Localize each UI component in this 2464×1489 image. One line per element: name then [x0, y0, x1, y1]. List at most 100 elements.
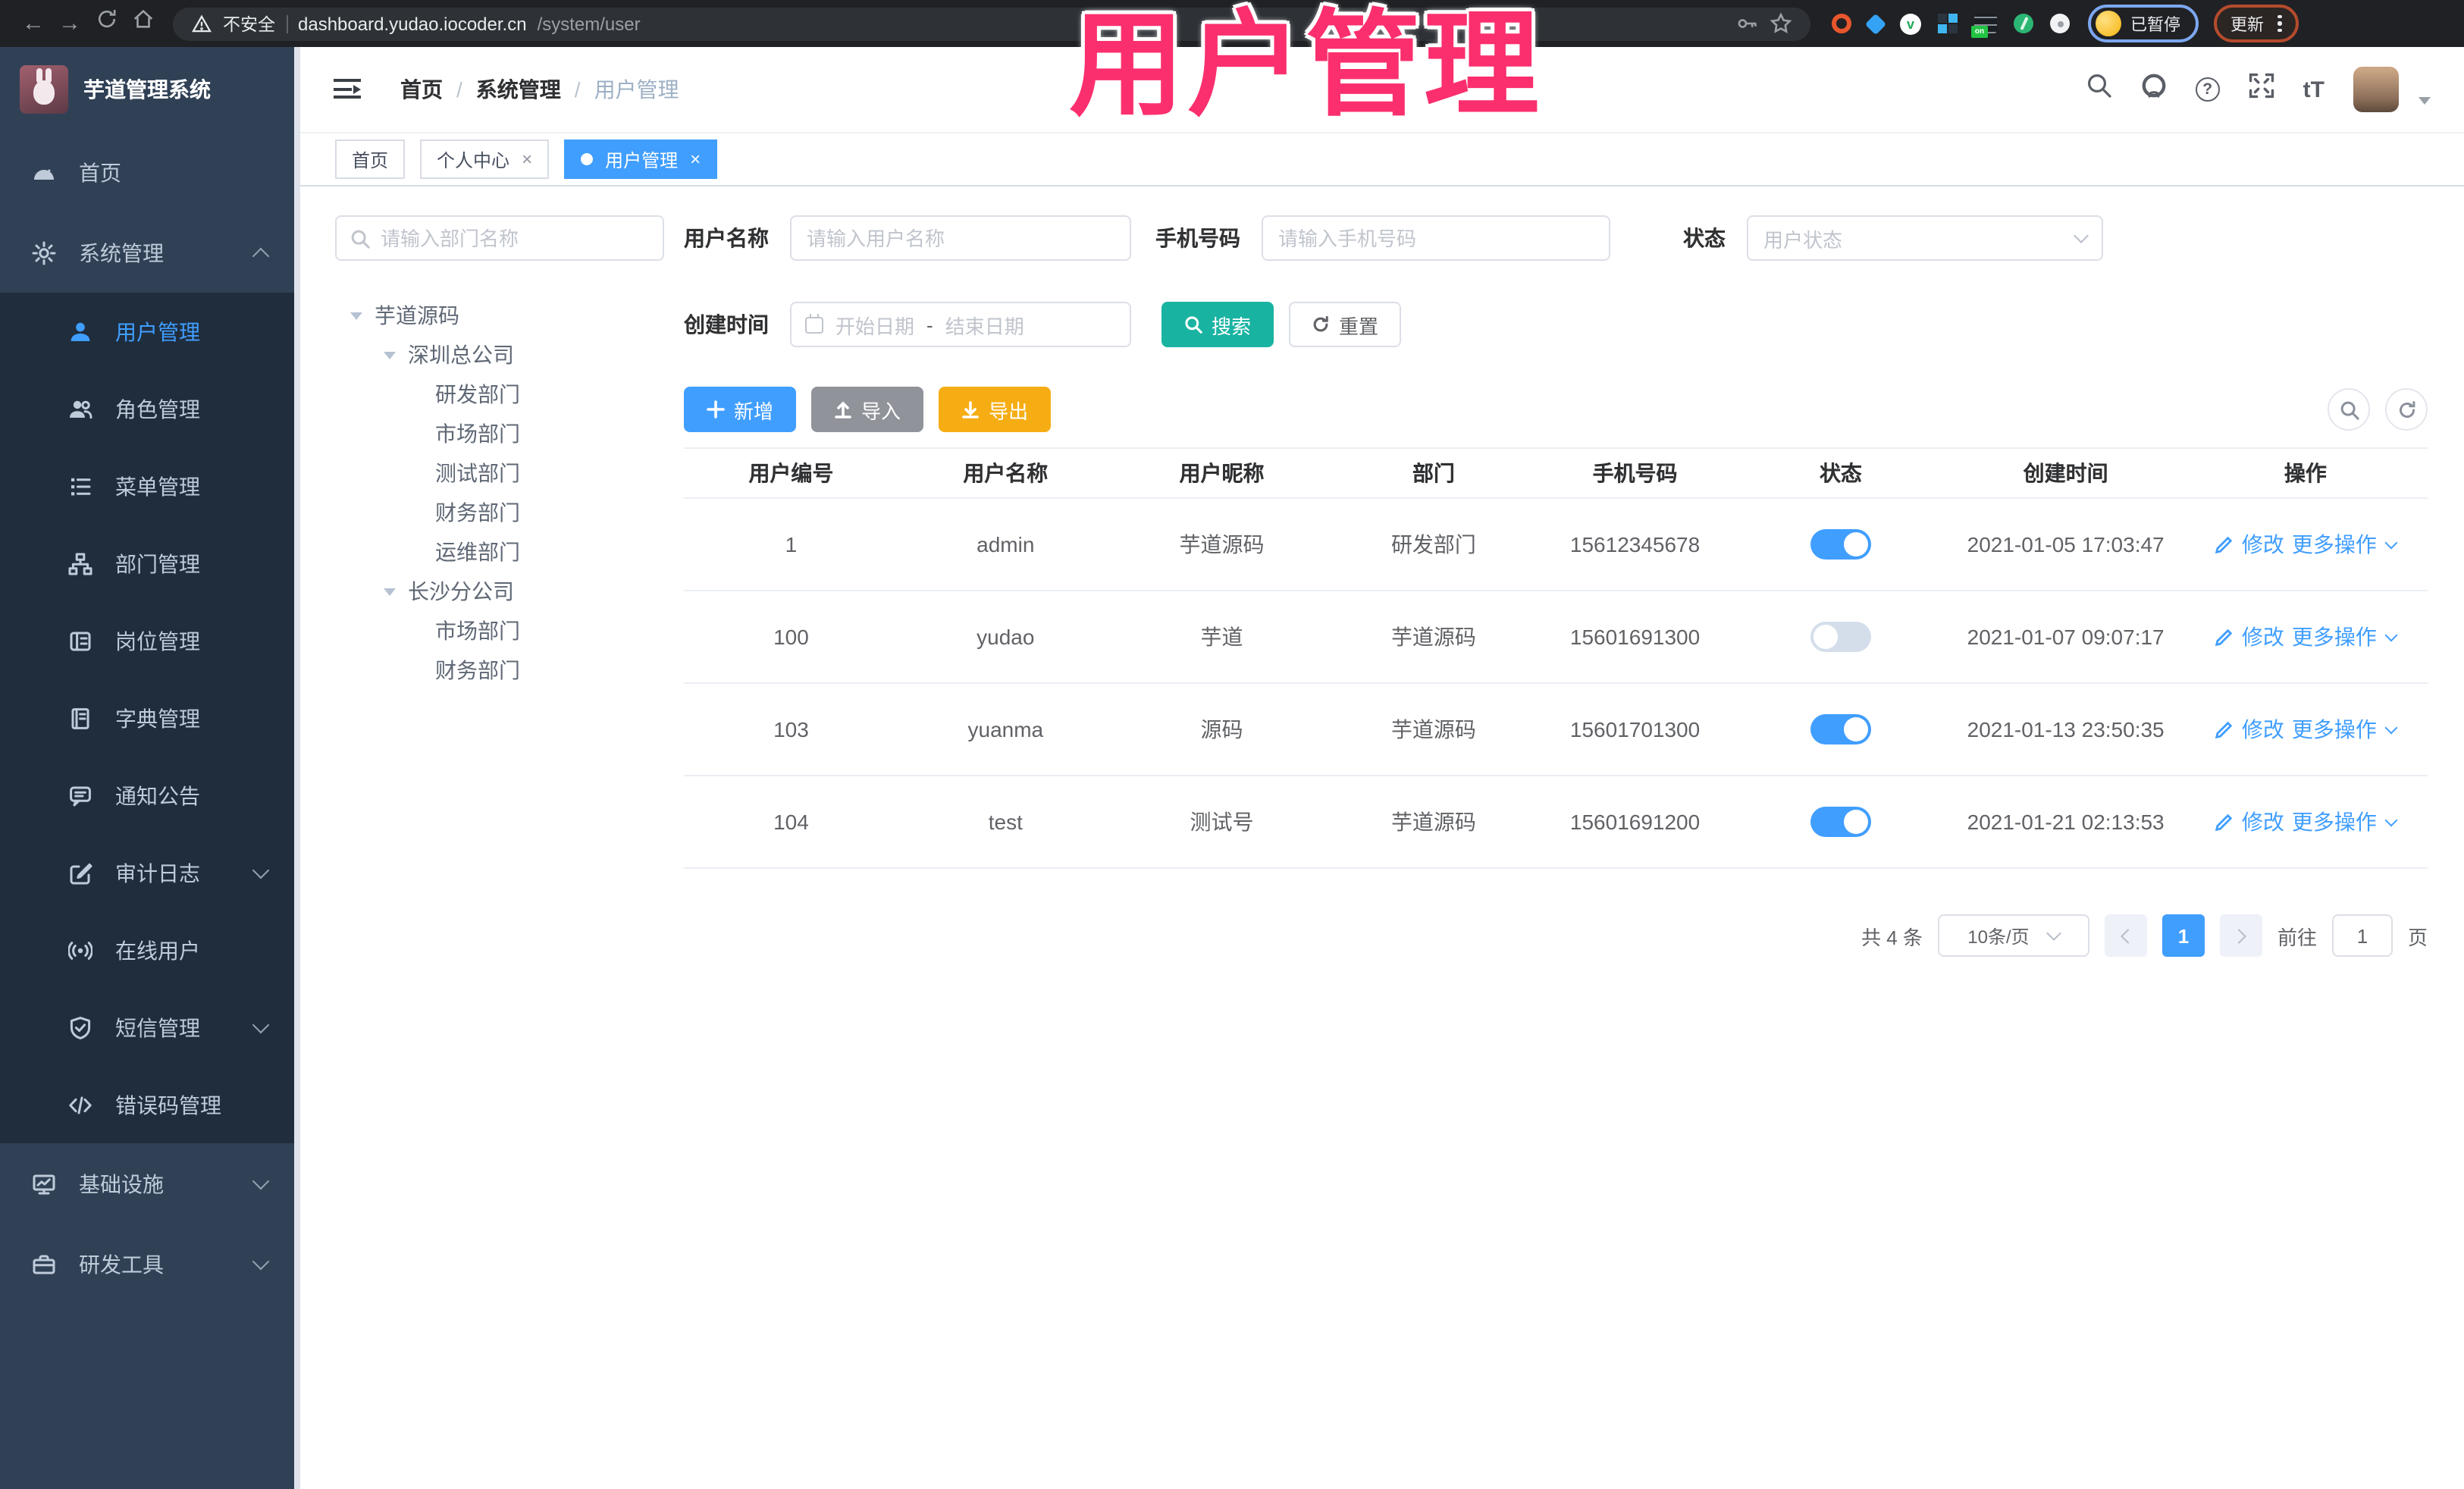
tree-node[interactable]: 市场部门: [335, 611, 664, 650]
reset-button[interactable]: 重置: [1289, 302, 1402, 347]
date-range-picker[interactable]: 开始日期 - 结束日期: [790, 302, 1131, 347]
font-size-icon[interactable]: tT: [2303, 77, 2324, 102]
tree-node[interactable]: 测试部门: [335, 453, 664, 493]
tree-node[interactable]: 财务部门: [335, 493, 664, 532]
sidebar-item-notice[interactable]: 通知公告: [0, 757, 300, 834]
extension-squares-icon[interactable]: [1938, 14, 1958, 33]
sidebar-item-dept-management[interactable]: 部门管理: [0, 525, 300, 602]
chevron-down-icon[interactable]: [2385, 721, 2399, 735]
username-input[interactable]: [790, 215, 1131, 261]
url-host[interactable]: dashboard.yudao.iocoder.cn: [298, 13, 527, 34]
github-icon[interactable]: [2141, 73, 2167, 106]
table-row[interactable]: 104 test 测试号 芋道源码 15601691200 2021-01-21…: [684, 776, 2428, 869]
page-size-select[interactable]: 10条/页: [1937, 914, 2089, 957]
sidebar-item-post-management[interactable]: 岗位管理: [0, 602, 300, 679]
more-actions[interactable]: 更多操作: [2292, 622, 2377, 652]
extension-green-v-icon[interactable]: v: [1900, 13, 1921, 34]
address-bar[interactable]: 不安全 dashboard.yudao.iocoder.cn/system/us…: [173, 7, 1810, 40]
tab-home[interactable]: 首页: [335, 139, 406, 179]
extension-orange-ring-icon[interactable]: [1832, 14, 1851, 33]
tree-node[interactable]: 市场部门: [335, 414, 664, 453]
browser-reload-icon[interactable]: [88, 0, 124, 47]
tree-node[interactable]: 芋道源码: [335, 296, 664, 335]
chevron-down-icon[interactable]: [2385, 536, 2399, 550]
browser-home-icon[interactable]: [124, 0, 161, 47]
table-row[interactable]: 100 yudao 芋道 芋道源码 15601691300 2021-01-07…: [684, 591, 2428, 684]
sidebar-item-sms-management[interactable]: 短信管理: [0, 989, 300, 1066]
sidebar-item-home[interactable]: 首页: [0, 132, 300, 212]
goto-page-input[interactable]: [2331, 914, 2393, 957]
sidebar-item-infrastructure[interactable]: 基础设施: [0, 1143, 300, 1224]
search-button[interactable]: 搜索: [1161, 302, 1274, 347]
status-toggle-off[interactable]: [1810, 622, 1871, 652]
tree-node[interactable]: 研发部门: [335, 375, 664, 414]
tree-node[interactable]: 运维部门: [335, 532, 664, 572]
breadcrumb-home[interactable]: 首页: [400, 74, 443, 105]
edit-action[interactable]: 修改: [2242, 622, 2284, 652]
tree-caret-icon[interactable]: [350, 312, 362, 319]
table-row[interactable]: 103 yuanma 源码 芋道源码 15601701300 2021-01-1…: [684, 684, 2428, 776]
add-button[interactable]: 新增: [684, 387, 797, 432]
status-select[interactable]: 用户状态: [1747, 215, 2103, 261]
export-button[interactable]: 导出: [939, 387, 1052, 432]
table-row[interactable]: 1 admin 芋道源码 研发部门 15612345678 2021-01-05…: [684, 499, 2428, 591]
close-icon[interactable]: ×: [690, 150, 701, 168]
status-toggle-on[interactable]: [1810, 529, 1871, 560]
more-actions[interactable]: 更多操作: [2292, 714, 2377, 744]
edit-action[interactable]: 修改: [2242, 714, 2284, 744]
sidebar-item-audit-log[interactable]: 审计日志: [0, 834, 300, 911]
help-icon[interactable]: ?: [2195, 77, 2220, 102]
browser-profile-chip[interactable]: 已暂停: [2088, 5, 2199, 42]
sidebar-scrollbar[interactable]: [294, 47, 300, 1489]
table-refresh-button[interactable]: [2385, 388, 2428, 431]
tab-profile[interactable]: 个人中心 ×: [420, 139, 550, 179]
password-key-icon[interactable]: [1736, 12, 1759, 35]
sidebar-item-error-codes[interactable]: 错误码管理: [0, 1066, 300, 1143]
extension-green-person-icon[interactable]: [2014, 14, 2033, 33]
sidebar-item-dev-tools[interactable]: 研发工具: [0, 1224, 300, 1304]
bookmark-star-icon[interactable]: [1770, 12, 1792, 35]
start-date-placeholder[interactable]: 开始日期: [835, 310, 914, 339]
sidebar-collapse-icon[interactable]: [334, 79, 361, 100]
end-date-placeholder[interactable]: 结束日期: [945, 310, 1024, 339]
edit-action[interactable]: 修改: [2242, 807, 2284, 837]
sidebar-item-role-management[interactable]: 角色管理: [0, 370, 300, 447]
sidebar-item-user-management[interactable]: 用户管理: [0, 293, 300, 370]
extension-pinwheel-icon[interactable]: [2050, 14, 2070, 33]
mobile-input[interactable]: [1262, 215, 1610, 261]
avatar-caret-down-icon[interactable]: [2419, 96, 2431, 104]
sidebar-item-system[interactable]: 系统管理: [0, 212, 300, 293]
prev-page-button[interactable]: [2104, 914, 2147, 957]
breadcrumb-system[interactable]: 系统管理: [476, 74, 561, 105]
dept-search-input[interactable]: [381, 227, 649, 249]
sidebar-item-online-users[interactable]: 在线用户: [0, 911, 300, 989]
fullscreen-icon[interactable]: [2249, 73, 2274, 106]
browser-back-icon[interactable]: ←: [15, 0, 52, 47]
dept-search-box[interactable]: [335, 215, 664, 261]
current-page-button[interactable]: 1: [2161, 914, 2205, 957]
browser-forward-icon[interactable]: →: [52, 0, 88, 47]
status-toggle-on[interactable]: [1810, 714, 1871, 744]
more-actions[interactable]: 更多操作: [2292, 529, 2377, 560]
tab-user-management[interactable]: 用户管理 ×: [564, 139, 718, 179]
table-search-toggle-button[interactable]: [2328, 388, 2370, 431]
tree-caret-icon[interactable]: [384, 588, 396, 595]
chevron-down-icon[interactable]: [2385, 629, 2399, 642]
browser-menu-icon[interactable]: [2277, 14, 2281, 33]
search-icon[interactable]: [2086, 73, 2112, 106]
edit-action[interactable]: 修改: [2242, 529, 2284, 560]
security-label[interactable]: 不安全: [223, 11, 275, 36]
sidebar-item-menu-management[interactable]: 菜单管理: [0, 447, 300, 525]
import-button[interactable]: 导入: [811, 387, 924, 432]
sidebar-item-dict-management[interactable]: 字典管理: [0, 679, 300, 757]
extension-list-on-icon[interactable]: on: [1971, 14, 1997, 38]
status-toggle-on[interactable]: [1810, 807, 1871, 837]
tree-node[interactable]: 深圳总公司: [335, 335, 664, 375]
more-actions[interactable]: 更多操作: [2292, 807, 2377, 837]
next-page-button[interactable]: [2219, 914, 2262, 957]
close-icon[interactable]: ×: [522, 150, 532, 168]
tree-node[interactable]: 财务部门: [335, 650, 664, 690]
browser-update-button[interactable]: 更新: [2214, 5, 2298, 42]
extension-blue-gem-icon[interactable]: [1864, 12, 1887, 35]
tree-node[interactable]: 长沙分公司: [335, 572, 664, 611]
